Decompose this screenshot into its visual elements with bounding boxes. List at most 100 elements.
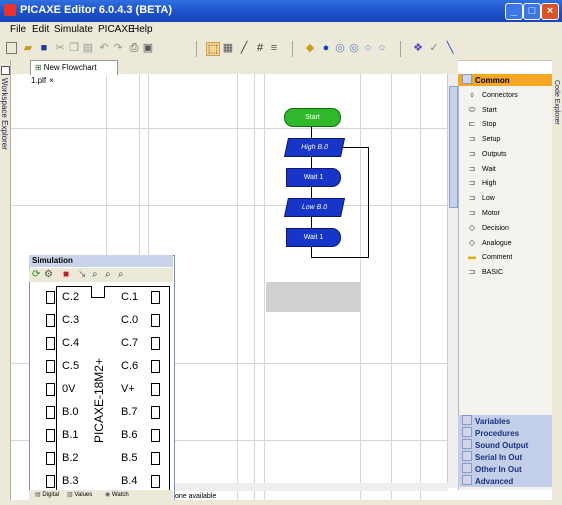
palette-category-other-in-out[interactable]: Other In Out bbox=[458, 463, 552, 475]
pause-icon[interactable]: ◎ bbox=[334, 42, 346, 54]
pin-b0[interactable] bbox=[46, 406, 55, 419]
pin-c4[interactable] bbox=[46, 337, 55, 350]
palette-item-setup[interactable]: ⊐ Setup bbox=[466, 133, 501, 145]
scroll-thumb[interactable] bbox=[449, 86, 458, 208]
slow-icon[interactable]: ○ bbox=[376, 42, 388, 54]
palette-category-serial-in-out[interactable]: Serial In Out bbox=[458, 451, 552, 463]
palette-item-start[interactable]: ⬭ Start bbox=[466, 104, 497, 116]
menu-edit[interactable]: Edit bbox=[32, 24, 49, 35]
palette-category-advanced[interactable]: Advanced bbox=[458, 475, 552, 487]
maximize-button[interactable]: □ bbox=[523, 3, 541, 20]
pin-b6[interactable] bbox=[151, 429, 160, 442]
pin-b7[interactable] bbox=[151, 406, 160, 419]
palette-item-motor[interactable]: ⊐ Motor bbox=[466, 207, 500, 219]
palette-item-decision[interactable]: ◇ Decision bbox=[466, 222, 509, 234]
pin-icon[interactable] bbox=[1, 66, 10, 75]
palette-item-connectors[interactable]: ⬨ Connectors bbox=[466, 89, 518, 101]
palette-category-variables[interactable]: Variables bbox=[458, 415, 552, 427]
print-icon[interactable]: ⎙ bbox=[128, 42, 140, 54]
pin-b5[interactable] bbox=[151, 452, 160, 465]
palette-item-analogue[interactable]: ◇ Analogue bbox=[466, 237, 512, 249]
tab-digital[interactable]: ▤ Digital bbox=[35, 491, 59, 498]
toolbar: ▰ ■ ✂ ❐ ▤ ↶ ↷ ⎙ ▣ ⬚ ▦ ╱ # ≡ ◆ ● ◎ ◎ ○ ○ … bbox=[0, 38, 562, 61]
pin-label: B.6 bbox=[121, 429, 138, 441]
pin-b3[interactable] bbox=[46, 475, 55, 488]
tab-values[interactable]: ▥ Values bbox=[67, 491, 92, 498]
flowchart-high-block[interactable]: High B.0 bbox=[283, 138, 346, 157]
pin-c5[interactable] bbox=[46, 360, 55, 373]
decision-icon: ◇ bbox=[468, 223, 476, 232]
category-icon bbox=[462, 475, 472, 485]
step-icon[interactable]: ◎ bbox=[348, 42, 360, 54]
pin-c2[interactable] bbox=[46, 291, 55, 304]
undo-icon[interactable]: ↶ bbox=[98, 42, 110, 54]
pin-c0[interactable] bbox=[151, 314, 160, 327]
palette-header-common[interactable]: Common bbox=[458, 74, 552, 86]
palette-category-sound-output[interactable]: Sound Output bbox=[458, 439, 552, 451]
vertical-scrollbar[interactable] bbox=[447, 74, 458, 488]
zoom-in-icon[interactable]: ⌕ bbox=[105, 269, 111, 280]
cut-icon[interactable]: ✂ bbox=[54, 42, 66, 54]
probe-icon[interactable]: ↘ bbox=[78, 269, 86, 280]
palette-item-outputs[interactable]: ⊐ Outputs bbox=[466, 148, 507, 160]
palette-category-procedures[interactable]: Procedures bbox=[458, 427, 552, 439]
pin-b4[interactable] bbox=[151, 475, 160, 488]
right-dock[interactable]: Code Explorer bbox=[552, 60, 562, 500]
minimize-button[interactable]: _ bbox=[505, 3, 523, 20]
menu-picaxe[interactable]: PICAXE bbox=[98, 24, 135, 35]
close-tab-icon[interactable]: × bbox=[49, 76, 54, 85]
pin-b2[interactable] bbox=[46, 452, 55, 465]
run-icon[interactable]: ● bbox=[320, 42, 332, 54]
palette-item-wait[interactable]: ⊐ Wait bbox=[466, 163, 496, 175]
print-preview-icon[interactable]: ▣ bbox=[142, 42, 154, 54]
pin-vplus[interactable] bbox=[151, 383, 160, 396]
pin-c3[interactable] bbox=[46, 314, 55, 327]
close-button[interactable]: × bbox=[541, 3, 559, 20]
copy-icon[interactable]: ❐ bbox=[68, 42, 80, 54]
menu-simulate[interactable]: Simulate bbox=[54, 24, 93, 35]
pin-b1[interactable] bbox=[46, 429, 55, 442]
redo-icon[interactable]: ↷ bbox=[112, 42, 124, 54]
menu-file[interactable]: File bbox=[10, 24, 26, 35]
stop-sim-icon[interactable]: ○ bbox=[362, 42, 374, 54]
pin-label: B.5 bbox=[121, 452, 138, 464]
pin-c1[interactable] bbox=[151, 291, 160, 304]
palette-item-low[interactable]: ⊐ Low bbox=[466, 192, 495, 204]
palette-item-comment[interactable]: ▬ Comment bbox=[466, 251, 512, 263]
zoom-icon[interactable]: ⌕ bbox=[92, 269, 98, 280]
palette-item-high[interactable]: ⊐ High bbox=[466, 177, 497, 189]
refresh-icon[interactable]: ⟳ bbox=[32, 269, 40, 280]
chip-icon[interactable]: ■ bbox=[63, 269, 69, 280]
left-dock[interactable]: Workspace Explorer bbox=[0, 60, 11, 500]
menu-help[interactable]: Help bbox=[132, 24, 153, 35]
grid-icon[interactable]: # bbox=[254, 42, 266, 54]
pin-c6[interactable] bbox=[151, 360, 160, 373]
pin-0v[interactable] bbox=[46, 383, 55, 396]
flowchart-low-block[interactable]: Low B.0 bbox=[283, 198, 346, 217]
open-icon[interactable]: ▰ bbox=[22, 42, 34, 54]
label-tool-icon[interactable]: ▦ bbox=[222, 42, 234, 54]
tab-watch[interactable]: ◉ Watch bbox=[105, 491, 129, 498]
zoom-out-icon[interactable]: ⌕ bbox=[118, 269, 124, 280]
palette-item-basic[interactable]: ⊐ BASIC bbox=[466, 266, 503, 278]
code-explorer-tab[interactable]: Code Explorer bbox=[553, 80, 560, 125]
flowchart-wait-block[interactable]: Wait 1 bbox=[286, 228, 341, 247]
wand-icon[interactable]: ❖ bbox=[412, 42, 424, 54]
palette-item-stop[interactable]: ⊏ Stop bbox=[466, 118, 497, 130]
select-tool-icon[interactable]: ⬚ bbox=[206, 42, 220, 56]
horizontal-scrollbar[interactable] bbox=[173, 483, 448, 491]
pen-icon[interactable]: ╲ bbox=[444, 42, 456, 54]
new-icon[interactable] bbox=[6, 42, 17, 54]
align-icon[interactable]: ≡ bbox=[268, 42, 280, 54]
save-icon[interactable]: ■ bbox=[38, 42, 50, 54]
document-tab[interactable]: ⊞ New Flowchart 1.plf × bbox=[30, 60, 118, 85]
program-icon[interactable]: ◆ bbox=[304, 42, 316, 54]
line-tool-icon[interactable]: ╱ bbox=[238, 42, 250, 54]
settings-icon[interactable]: ⚙ bbox=[44, 269, 53, 280]
flowchart-wait-block[interactable]: Wait 1 bbox=[286, 168, 341, 187]
flowchart-start-block[interactable]: Start bbox=[284, 108, 341, 127]
paste-icon[interactable]: ▤ bbox=[82, 42, 94, 54]
workspace-explorer-tab[interactable]: Workspace Explorer bbox=[0, 78, 9, 150]
check-icon[interactable]: ✓ bbox=[428, 42, 440, 54]
pin-c7[interactable] bbox=[151, 337, 160, 350]
